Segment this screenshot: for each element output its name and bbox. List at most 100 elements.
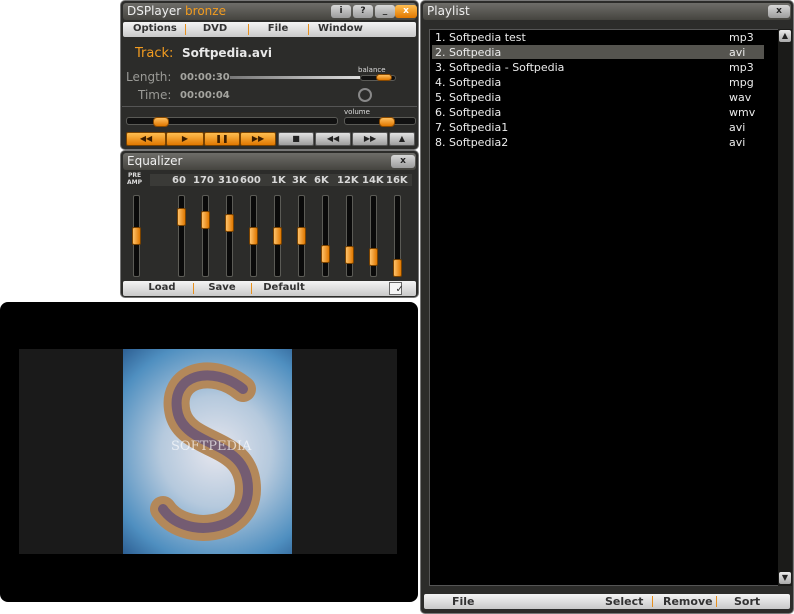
menu-file[interactable]: File [258, 23, 298, 34]
app-title: DSPlayer [127, 4, 182, 18]
preamp-label-bottom: AMP [127, 179, 143, 186]
spectrum-strip [230, 76, 360, 79]
time-value: 00:00:04 [180, 90, 230, 101]
eq-band-label: 600 [240, 175, 261, 186]
next-button[interactable]: ▶▶ [240, 132, 276, 146]
balance-knob[interactable] [376, 74, 392, 81]
eq-band-label: 16K [386, 175, 408, 186]
playlist-sort-button[interactable]: Sort [734, 595, 760, 608]
menu-dvd[interactable]: DVD [195, 23, 235, 34]
eq-band-slider[interactable] [202, 195, 209, 277]
length-value: 00:00:30 [180, 72, 230, 83]
eq-save-button[interactable]: Save [205, 282, 239, 293]
playlist-item[interactable]: 8. Softpedia2 [435, 136, 508, 149]
playlist-remove-button[interactable]: Remove [663, 595, 713, 608]
eq-band-knob[interactable] [225, 214, 234, 233]
playlist-footer: File Select Remove Sort [424, 594, 790, 609]
eq-band-knob[interactable] [177, 207, 186, 226]
player-titlebar[interactable]: DSPlayer bronze i ? _ x [123, 3, 417, 20]
playlist-item-ext: mp3 [729, 61, 754, 74]
info-button[interactable]: i [331, 5, 351, 18]
equalizer-footer: Load Save Default ✓ [123, 281, 416, 296]
volume-knob[interactable] [379, 117, 395, 127]
eq-band-label: 6K [314, 175, 329, 186]
chevron-up-icon: ▲ [781, 31, 789, 40]
stop-icon: ■ [292, 134, 300, 143]
playlist-item[interactable]: 3. Softpedia - Softpedia [435, 61, 564, 74]
menu-window[interactable]: Window [318, 23, 363, 34]
next-icon: ▶▶ [251, 134, 265, 143]
eq-enable-checkbox[interactable]: ✓ [389, 282, 404, 295]
playlist-item[interactable]: 5. Softpedia [435, 91, 501, 104]
rewind-icon: ◀◀ [326, 134, 340, 143]
eject-button[interactable]: ▲ [389, 132, 415, 146]
eq-band-label: 3K [292, 175, 307, 186]
scroll-up-button[interactable]: ▲ [779, 30, 791, 42]
eq-band-knob[interactable] [201, 211, 210, 229]
eq-band-label: 14K [362, 175, 384, 186]
eq-default-button[interactable]: Default [261, 282, 307, 293]
equalizer-title: Equalizer [127, 154, 183, 168]
fast-forward-button[interactable]: ▶▶ [352, 132, 388, 146]
playlist-item-ext: avi [729, 121, 746, 134]
playlist-scrollbar[interactable] [778, 29, 792, 586]
playlist-item-ext: avi [729, 136, 746, 149]
eq-band-slider[interactable] [322, 195, 329, 277]
seek-knob[interactable] [153, 117, 170, 127]
eq-band-knob[interactable] [321, 244, 330, 263]
eq-band-knob[interactable] [369, 247, 378, 266]
eq-band-slider[interactable] [226, 195, 233, 277]
eq-band-label: 170 [193, 175, 214, 186]
playlist-item-ext: wav [729, 91, 752, 104]
playlist-item-ext: mp3 [729, 31, 754, 44]
rewind-button[interactable]: ◀◀ [315, 132, 351, 146]
preamp-knob[interactable] [132, 227, 141, 245]
eq-band-knob[interactable] [249, 227, 258, 245]
pause-icon: ❚❚ [215, 134, 229, 143]
eq-load-button[interactable]: Load [137, 282, 187, 293]
eq-band-label: 310 [218, 175, 239, 186]
pause-button[interactable]: ❚❚ [204, 132, 240, 146]
menu-options[interactable]: Options [133, 23, 177, 34]
previous-icon: ◀◀ [139, 134, 153, 143]
playlist-title: Playlist [427, 4, 470, 18]
close-button[interactable]: x [395, 5, 417, 18]
playlist-item-ext: wmv [729, 106, 756, 119]
chevron-down-icon: ▼ [781, 573, 789, 582]
help-button[interactable]: ? [353, 5, 373, 18]
eq-band-knob[interactable] [393, 259, 402, 277]
preamp-label-top: PRE [128, 172, 142, 179]
eq-band-knob[interactable] [297, 227, 306, 245]
minimize-button[interactable]: _ [375, 5, 395, 18]
eq-band-label: 12K [337, 175, 359, 186]
play-button[interactable]: ▶ [166, 132, 204, 146]
scroll-down-button[interactable]: ▼ [779, 572, 791, 584]
playlist-item[interactable]: 1. Softpedia test [435, 31, 526, 44]
balance-label: balance [358, 66, 386, 74]
playlist-item-ext: avi [729, 46, 746, 59]
player-divider [122, 106, 417, 107]
playlist-select-button[interactable]: Select [605, 595, 643, 608]
track-value: Softpedia.avi [182, 46, 272, 60]
equalizer-close-button[interactable]: x [391, 155, 415, 168]
playlist-item-ext: mpg [729, 76, 754, 89]
playlist-close-button[interactable]: x [768, 5, 790, 18]
previous-button[interactable]: ◀◀ [126, 132, 166, 146]
playlist-item[interactable]: 7. Softpedia1 [435, 121, 508, 134]
playlist-file-button[interactable]: File [452, 595, 475, 608]
playlist-titlebar[interactable]: Playlist x [423, 3, 791, 20]
stop-button[interactable]: ■ [278, 132, 314, 146]
eq-band-knob[interactable] [273, 227, 282, 245]
eq-band-knob[interactable] [345, 246, 354, 265]
stereo-toggle-icon[interactable] [358, 88, 372, 102]
playlist-item[interactable]: 4. Softpedia [435, 76, 501, 89]
playlist-item[interactable]: 2. Softpedia [435, 46, 501, 59]
fast-forward-icon: ▶▶ [363, 134, 377, 143]
app-edition: bronze [185, 4, 226, 18]
eq-band-slider[interactable] [346, 195, 353, 277]
player-menubar: Options DVD File Window [123, 22, 416, 37]
video-watermark: SOFTPEDIA [171, 439, 252, 454]
eject-icon: ▲ [398, 134, 406, 143]
playlist-item[interactable]: 6. Softpedia [435, 106, 501, 119]
equalizer-titlebar[interactable]: Equalizer x [123, 153, 416, 170]
